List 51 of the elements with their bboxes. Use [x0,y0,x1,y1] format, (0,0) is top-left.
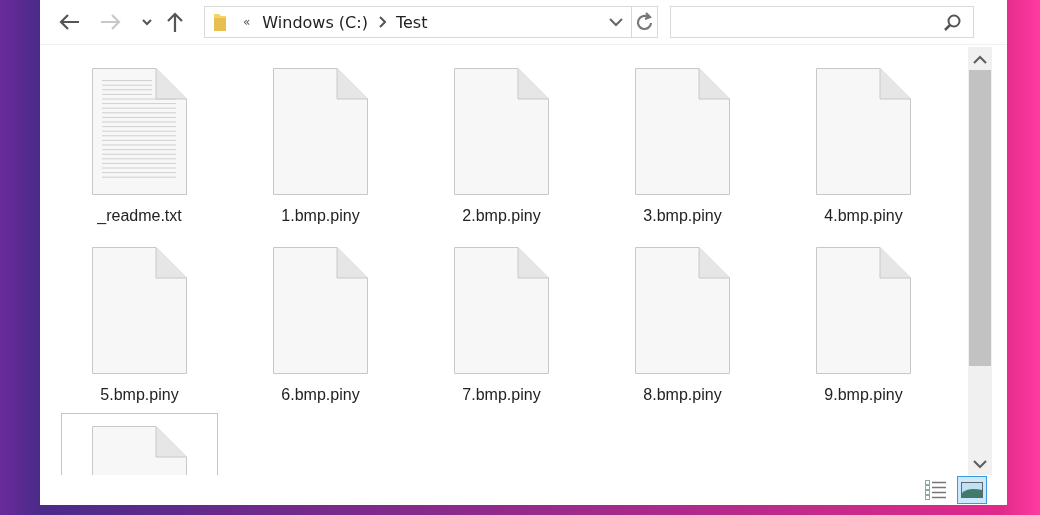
blank-document-icon [273,247,368,374]
file-item[interactable]: 1.bmp.piny [242,55,399,231]
file-name: 6.bmp.piny [281,386,360,404]
blank-document-icon [454,68,549,195]
blank-document-icon [816,247,911,374]
file-name: _readme.txt [97,207,182,225]
file-name: 7.bmp.piny [462,386,541,404]
file-item[interactable]: 2.bmp.piny [423,55,580,231]
file-item[interactable]: 5.bmp.piny [61,234,218,410]
file-name: 3.bmp.piny [643,207,722,225]
chevron-down-icon[interactable] [609,17,623,27]
scroll-down-icon[interactable] [973,460,987,469]
file-name: 4.bmp.piny [824,207,903,225]
up-arrow-icon[interactable] [166,11,184,33]
scrollbar-thumb[interactable] [969,70,991,366]
file-item[interactable]: 6.bmp.piny [242,234,399,410]
blank-document-icon [816,68,911,195]
large-icons-view-icon [961,482,983,498]
blank-document-icon [635,247,730,374]
vertical-scrollbar[interactable] [968,47,992,475]
blank-document-icon [454,247,549,374]
text-document-icon [92,68,187,195]
file-item[interactable]: 4.bmp.piny [785,55,942,231]
search-icon [944,13,961,31]
file-name: 2.bmp.piny [462,207,541,225]
chevron-right-icon[interactable] [377,16,386,28]
file-item[interactable]: 7.bmp.piny [423,234,580,410]
file-item[interactable]: 8.bmp.piny [604,234,761,410]
folder-icon [213,12,227,32]
address-bar[interactable]: « Windows (C:) Test [204,6,632,38]
breadcrumb[interactable]: Test [395,12,428,32]
file-name: 8.bmp.piny [643,386,722,404]
recent-dropdown-icon[interactable] [142,18,152,26]
details-view-icon [925,480,947,500]
overflow-chevrons[interactable]: « [243,15,251,29]
file-name: 1.bmp.piny [281,207,360,225]
search-field[interactable] [670,6,974,38]
blank-document-icon [635,68,730,195]
breadcrumb[interactable]: Windows (C:) [262,12,368,32]
file-item[interactable]: _readme.txt [61,55,218,231]
file-item[interactable]: 9.bmp.piny [785,234,942,410]
back-arrow-icon[interactable] [58,13,80,31]
refresh-button[interactable] [632,6,658,38]
blank-document-icon [92,247,187,374]
scroll-up-icon[interactable] [973,55,987,64]
view-mode-button[interactable] [957,476,987,504]
file-item[interactable]: 3.bmp.piny [604,55,761,231]
file-name: 5.bmp.piny [100,386,179,404]
blank-document-icon [273,68,368,195]
file-name: 9.bmp.piny [824,386,903,404]
refresh-icon [635,12,654,32]
